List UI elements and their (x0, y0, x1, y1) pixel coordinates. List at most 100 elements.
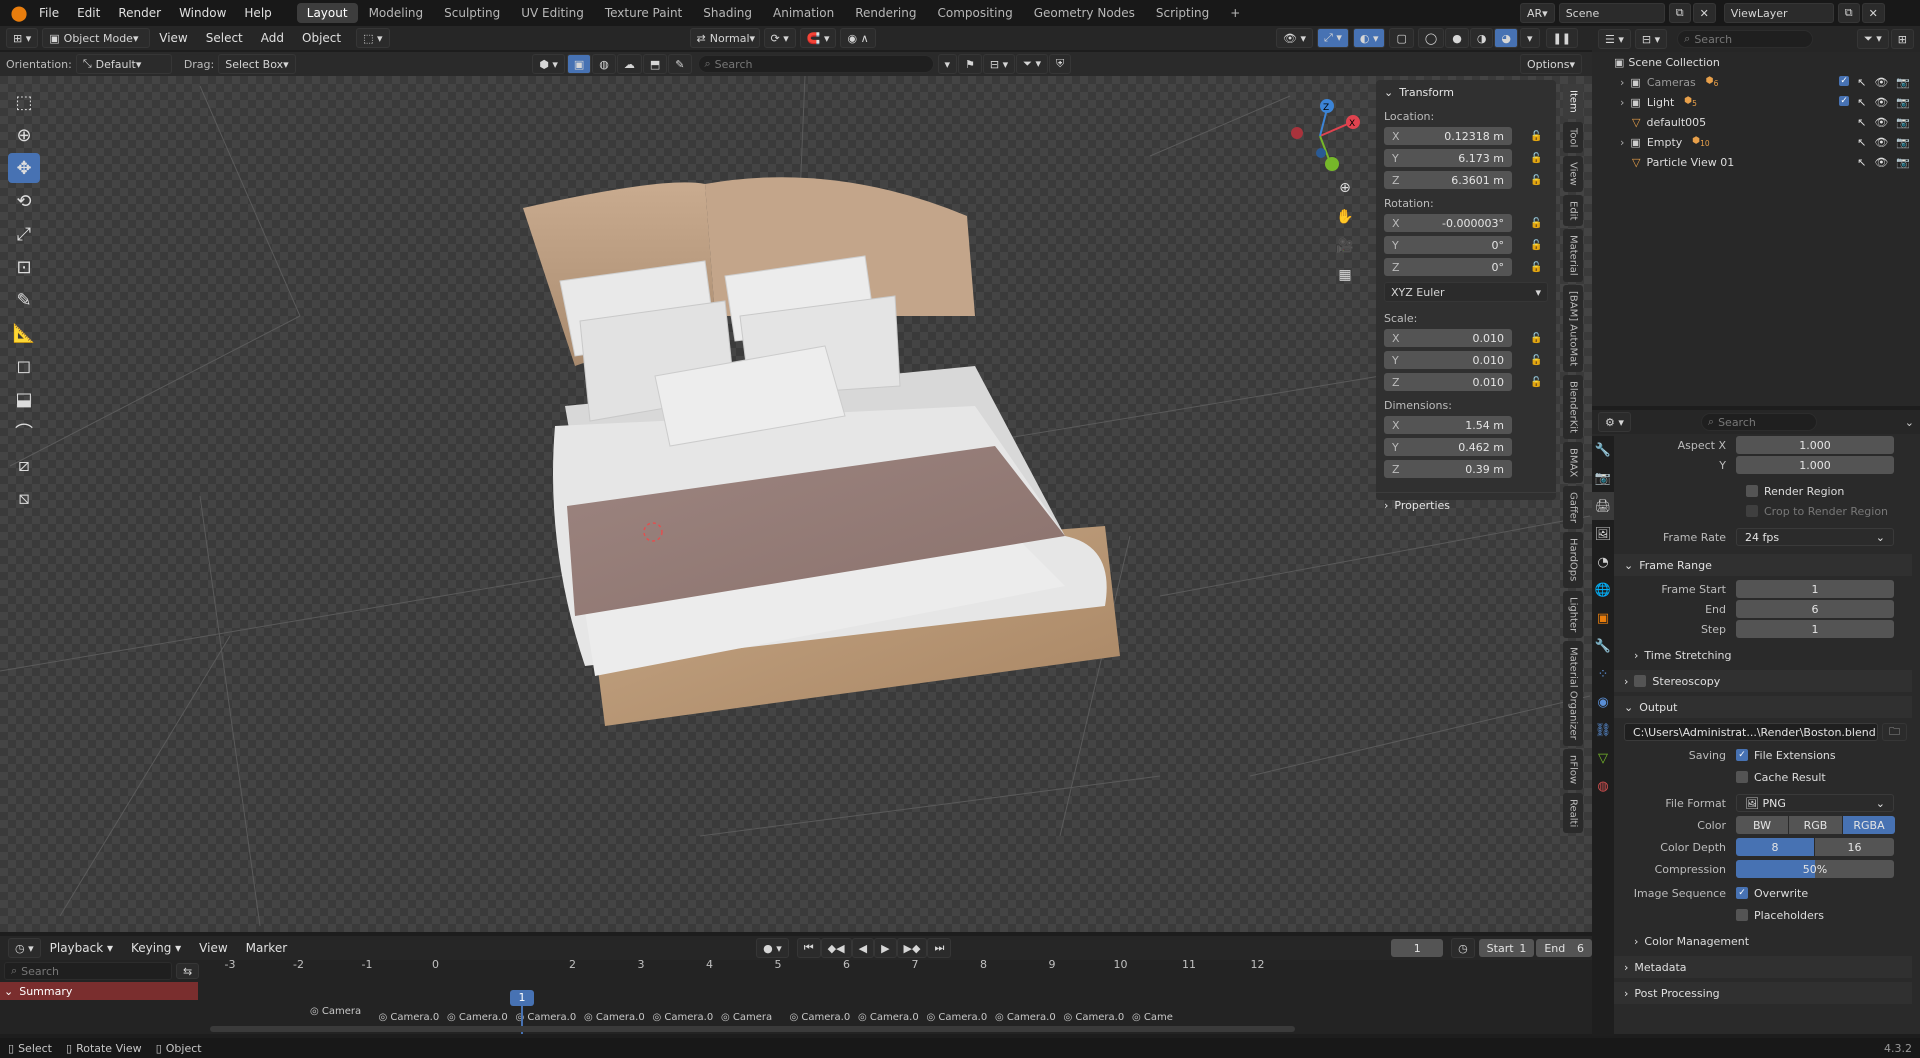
filter-icon[interactable]: ⏷ ▾ (1016, 54, 1048, 74)
camera-marker[interactable]: ◎ Came (1132, 1012, 1173, 1023)
location-x-field[interactable]: X 0.12318 m (1384, 127, 1512, 145)
bed-model[interactable] (505, 166, 1125, 726)
asset-type-scene-icon[interactable]: ⬒ (642, 54, 668, 74)
timeline-ruler[interactable]: -3-2-10123456789101112◎ Camera◎ Camera.0… (200, 936, 1300, 1034)
timeline-search-input[interactable]: ⌕ Search (4, 962, 172, 980)
navigation-gizmo[interactable]: X Z (1275, 96, 1365, 176)
constraints-tab-icon[interactable]: ⛓ (1592, 716, 1614, 744)
ortho-grid-icon[interactable]: ▦ (1333, 262, 1357, 288)
camera-marker[interactable]: ◎ Camera.0 (379, 1012, 440, 1023)
camera-marker[interactable]: ◎ Camera.0 (790, 1012, 851, 1023)
lock-icon[interactable]: 🔓 (1530, 377, 1542, 388)
eye-icon[interactable]: 👁 (1874, 136, 1888, 149)
menu-window[interactable]: Window (170, 0, 235, 26)
frame-start-field[interactable]: 1 (1736, 580, 1894, 598)
rotation-mode-dropdown[interactable]: XYZ Euler ▾ (1384, 282, 1548, 302)
outliner-item-default005[interactable]: ▽ default005 ↖ 👁 📷 (1592, 112, 1920, 132)
playhead[interactable]: 1 (510, 990, 534, 1006)
folder-icon[interactable]: 🗀 (1882, 723, 1907, 741)
cache-result-checkbox[interactable] (1736, 771, 1748, 783)
tab-rendering[interactable]: Rendering (845, 3, 926, 23)
location-y-field[interactable]: Y 6.173 m (1384, 149, 1512, 167)
aspect-y-field[interactable]: 1.000 (1736, 456, 1894, 474)
pan-hand-icon[interactable]: ✋ (1333, 204, 1357, 230)
color-bw-option[interactable]: BW (1736, 816, 1788, 834)
exclude-checkbox[interactable]: ✓ (1839, 75, 1850, 86)
sidebar-tab-blenderkit[interactable]: BlenderKit (1563, 375, 1583, 440)
camera-marker[interactable]: ◎ Camera.0 (858, 1012, 919, 1023)
sidebar-tab-view[interactable]: View (1563, 156, 1583, 192)
render-region-row[interactable]: Render Region (1624, 482, 1914, 500)
extrude-tool-icon[interactable]: ⬓ (8, 384, 40, 414)
visibility-icon[interactable]: 👁 ▾ (1276, 28, 1314, 48)
transform-header[interactable]: ⌄ Transform (1376, 80, 1556, 104)
add-cube-tool-icon[interactable]: ◻ (8, 351, 40, 381)
delete-scene-icon[interactable]: ✕ (1692, 3, 1716, 23)
sidebar-tab-edit[interactable]: Edit (1563, 194, 1583, 227)
camera-marker[interactable]: ◎ Camera.0 (1064, 1012, 1125, 1023)
lock-icon[interactable]: 🔓 (1530, 131, 1542, 142)
lock-icon[interactable]: 🔓 (1530, 218, 1542, 229)
camera-render-icon[interactable]: 📷 (1896, 136, 1910, 149)
menu-view[interactable]: View (150, 25, 196, 51)
tab-modeling[interactable]: Modeling (359, 3, 434, 23)
eye-icon[interactable]: 👁 (1874, 156, 1888, 169)
color-rgb-option[interactable]: RGB (1789, 816, 1842, 834)
outliner-item-cameras[interactable]: › ▣ Cameras ⬢6 ✓ ↖ 👁 📷 (1592, 72, 1920, 92)
dimensions-x-field[interactable]: X 1.54 m (1384, 416, 1512, 434)
placeholders-checkbox[interactable] (1736, 909, 1748, 921)
delete-layer-icon[interactable]: ✕ (1861, 3, 1885, 23)
mode-selector[interactable]: ▣ Object Mode ▾ (42, 28, 151, 48)
rotation-z-field[interactable]: Z 0° (1384, 258, 1512, 276)
scale-tool-icon[interactable]: ⤢ (8, 219, 40, 249)
eye-icon[interactable]: 👁 (1874, 76, 1888, 89)
compression-slider[interactable]: 50% (1736, 860, 1894, 878)
render-region-checkbox[interactable] (1746, 485, 1758, 497)
menu-help[interactable]: Help (235, 0, 280, 26)
file-format-dropdown[interactable]: 🖼 PNG ⌄ (1736, 794, 1894, 812)
boolean-tool-icon[interactable]: ⧅ (8, 483, 40, 513)
measure-tool-icon[interactable]: 📐 (8, 318, 40, 348)
outliner-item-empty[interactable]: › ▣ Empty ⬢10 ↖ 👁 📷 (1592, 132, 1920, 152)
sidebar-tab-gaffer[interactable]: Gaffer (1563, 486, 1583, 530)
placeholders-row[interactable]: Placeholders (1624, 906, 1914, 924)
asset-search-input[interactable]: ⌕ Search (697, 55, 934, 73)
sidebar-tab-item[interactable]: Item (1563, 84, 1583, 119)
color-rgba-option[interactable]: RGBA (1843, 816, 1895, 834)
asset-type-brush-icon[interactable]: ✎ (668, 54, 692, 74)
particles-tab-icon[interactable]: ⁘ (1592, 660, 1614, 688)
camera-render-icon[interactable]: 📷 (1896, 156, 1910, 169)
scale-x-field[interactable]: X 0.010 (1384, 329, 1512, 347)
camera-marker[interactable]: ◎ Camera.0 (995, 1012, 1056, 1023)
aspect-x-field[interactable]: 1.000 (1736, 436, 1894, 454)
selectable-icon[interactable]: ↖ (1857, 96, 1866, 109)
sidebar-tab-hardops[interactable]: HardOps (1563, 532, 1583, 588)
view-layer-field[interactable]: ViewLayer (1723, 3, 1834, 23)
rendered-shading-icon[interactable]: ◕ (1494, 28, 1519, 48)
camera-marker[interactable]: ◎ Camera.0 (653, 1012, 714, 1023)
output-tab-icon[interactable]: 🖨 (1592, 492, 1614, 520)
tab-shading[interactable]: Shading (693, 3, 762, 23)
depth-16-option[interactable]: 16 (1815, 838, 1894, 856)
tab-texture-paint[interactable]: Texture Paint (595, 3, 692, 23)
time-stretching-panel[interactable]: › Time Stretching (1624, 644, 1914, 666)
selectable-icon[interactable]: ↖ (1857, 76, 1866, 89)
blenderkit-icon[interactable]: ⬢ ▾ (532, 54, 565, 74)
camera-marker[interactable]: ◎ Camera.0 (584, 1012, 645, 1023)
asset-type-model-icon[interactable]: ▣ (566, 54, 592, 74)
transform-orientation-normal[interactable]: ⇄ Normal ▾ (689, 28, 760, 48)
crop-region-row[interactable]: Crop to Render Region (1624, 502, 1914, 520)
pause-render-icon[interactable]: ❚❚ (1545, 28, 1578, 48)
sidebar-tab-material-organizer[interactable]: Material Organizer (1563, 640, 1583, 746)
depth-8-option[interactable]: 8 (1736, 838, 1814, 856)
properties-search-input[interactable]: ⌕ Search (1700, 413, 1817, 431)
expand-icon[interactable]: › (1620, 76, 1624, 89)
overwrite-checkbox[interactable]: ✓ (1736, 887, 1748, 899)
camera-marker[interactable]: ◎ Camera (310, 1006, 361, 1017)
camera-view-icon[interactable]: 🎥 (1333, 233, 1357, 259)
menu-playback[interactable]: Playback ▾ (41, 935, 122, 961)
menu-edit[interactable]: Edit (68, 0, 109, 26)
frame-range-panel[interactable]: ⌄ Frame Range (1614, 554, 1912, 576)
outliner-item-particle-view-01[interactable]: ▽ Particle View 01 ↖ 👁 📷 (1592, 152, 1920, 172)
scene-collection-row[interactable]: ▣ Scene Collection (1592, 52, 1920, 72)
